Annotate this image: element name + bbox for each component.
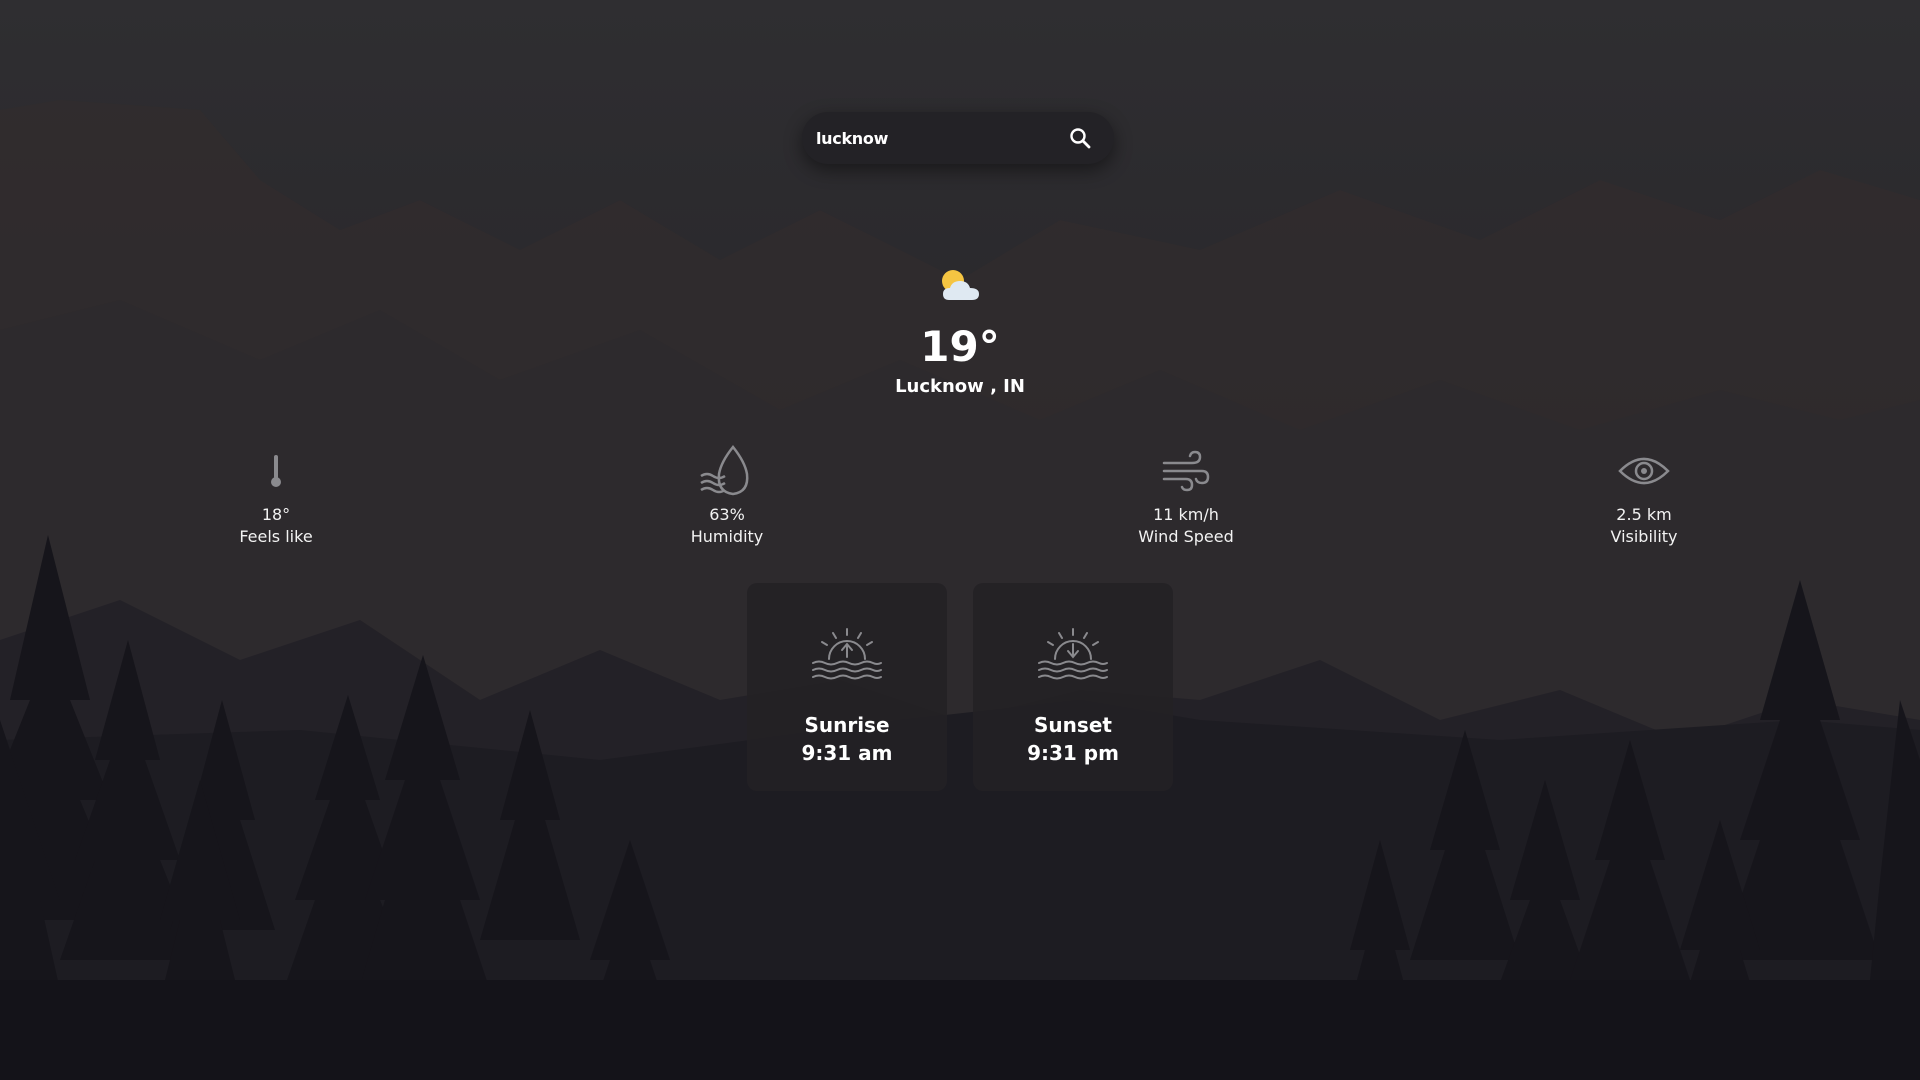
visibility-value: 2.5 km	[1616, 505, 1672, 524]
sunrise-label: Sunrise	[804, 713, 890, 737]
content-layer: 19° Lucknow , IN 18° Feels like	[0, 0, 1920, 1080]
wind-speed-value: 11 km/h	[1153, 505, 1219, 524]
eye-icon	[1618, 456, 1670, 492]
feels-like-value: 18°	[261, 505, 291, 524]
stat-wind-speed: 11 km/h Wind Speed	[1086, 446, 1286, 548]
search-icon[interactable]	[1060, 118, 1100, 158]
stat-feels-like: 18° Feels like	[176, 446, 376, 548]
feels-like-label: Feels like	[239, 527, 313, 546]
sunset-icon	[1037, 627, 1109, 683]
sunrise-card: Sunrise 9:31 am	[747, 583, 947, 791]
humidity-value: 63%	[709, 505, 745, 524]
wind-speed-label: Wind Speed	[1138, 527, 1234, 546]
sunrise-time: 9:31 am	[801, 741, 893, 765]
visibility-label: Visibility	[1610, 527, 1678, 546]
thermometer-icon	[269, 453, 283, 495]
wind-icon	[1162, 449, 1210, 499]
partly-cloudy-icon	[937, 266, 983, 306]
weather-app: 19° Lucknow , IN 18° Feels like	[0, 0, 1920, 1080]
sunset-time: 9:31 pm	[1027, 741, 1119, 765]
stat-humidity: 63% Humidity	[627, 444, 827, 548]
sunrise-icon	[811, 627, 883, 683]
humidity-label: Humidity	[690, 527, 764, 546]
stat-visibility: 2.5 km Visibility	[1544, 446, 1744, 548]
sunset-card: Sunset 9:31 pm	[973, 583, 1173, 791]
search-bar	[802, 112, 1114, 164]
water-drop-icon	[699, 444, 755, 504]
search-input[interactable]	[802, 112, 1060, 164]
temperature: 19°	[920, 322, 1000, 371]
sunset-label: Sunset	[1034, 713, 1112, 737]
location-name: Lucknow , IN	[895, 376, 1025, 397]
